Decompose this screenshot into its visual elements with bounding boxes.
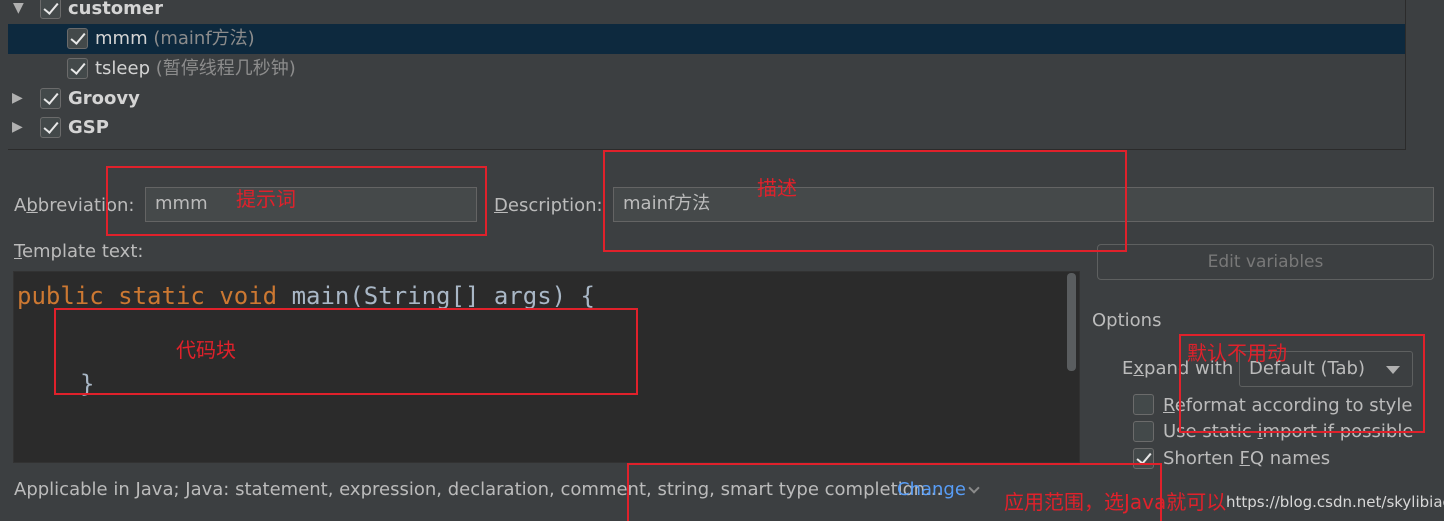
annotation-description: 描述 <box>757 176 797 200</box>
expanded-arrow-icon[interactable]: ▼ <box>13 0 27 16</box>
watermark: https://blog.csdn.net/skylibiao <box>1226 493 1444 511</box>
tree-item-mmm[interactable]: mmm (mainf方法) <box>8 24 1405 54</box>
collapsed-arrow-icon[interactable]: ▶ <box>12 119 26 135</box>
group-label: customer <box>68 0 164 19</box>
editor-scrollbar[interactable] <box>1067 273 1076 371</box>
group-checkbox[interactable] <box>40 88 61 109</box>
template-text-label: Template text: <box>14 241 144 262</box>
annotation-scope: 应用范围，选Java就可以 <box>1004 490 1227 514</box>
static-import-checkbox[interactable] <box>1133 421 1154 442</box>
code-line-1: public static void main(String[] args) { <box>17 282 595 310</box>
shorten-fq-label: Shorten FQ names <box>1163 448 1331 469</box>
template-tree[interactable]: ▼ customer mmm (mainf方法) tsleep (暂停线程几秒钟… <box>8 0 1406 150</box>
item-desc: (mainf方法) <box>153 28 255 49</box>
group-label: Groovy <box>68 88 140 109</box>
group-label: GSP <box>68 117 109 138</box>
group-checkbox[interactable] <box>40 117 61 138</box>
item-checkbox[interactable] <box>67 28 88 49</box>
item-label: mmm (mainf方法) <box>95 28 255 50</box>
annotation-code: 代码块 <box>176 338 236 362</box>
annotation-box-description <box>603 150 1127 252</box>
annotation-expand: 默认不用动 <box>1187 341 1287 365</box>
tree-group-gsp[interactable]: ▶ GSP <box>8 113 1405 143</box>
annotation-box-abbreviation <box>106 166 487 236</box>
reformat-checkbox[interactable] <box>1133 394 1154 415</box>
options-title: Options <box>1092 310 1162 331</box>
edit-variables-button[interactable]: Edit variables <box>1097 244 1434 280</box>
annotation-box-code <box>54 308 638 395</box>
tree-item-tsleep[interactable]: tsleep (暂停线程几秒钟) <box>8 54 1405 84</box>
tree-group-groovy[interactable]: ▶ Groovy <box>8 84 1405 114</box>
description-label: Description: <box>494 195 603 216</box>
item-desc: (暂停线程几秒钟) <box>155 58 296 79</box>
item-label: tsleep (暂停线程几秒钟) <box>95 58 296 80</box>
group-checkbox[interactable] <box>40 0 61 19</box>
item-checkbox[interactable] <box>67 58 88 79</box>
tree-border <box>1405 0 1406 150</box>
annotation-abbreviation: 提示词 <box>236 187 296 211</box>
collapsed-arrow-icon[interactable]: ▶ <box>12 90 26 106</box>
tree-group-customer[interactable]: ▼ customer <box>8 0 1405 24</box>
item-name: tsleep <box>95 58 151 79</box>
item-name: mmm <box>95 28 148 49</box>
